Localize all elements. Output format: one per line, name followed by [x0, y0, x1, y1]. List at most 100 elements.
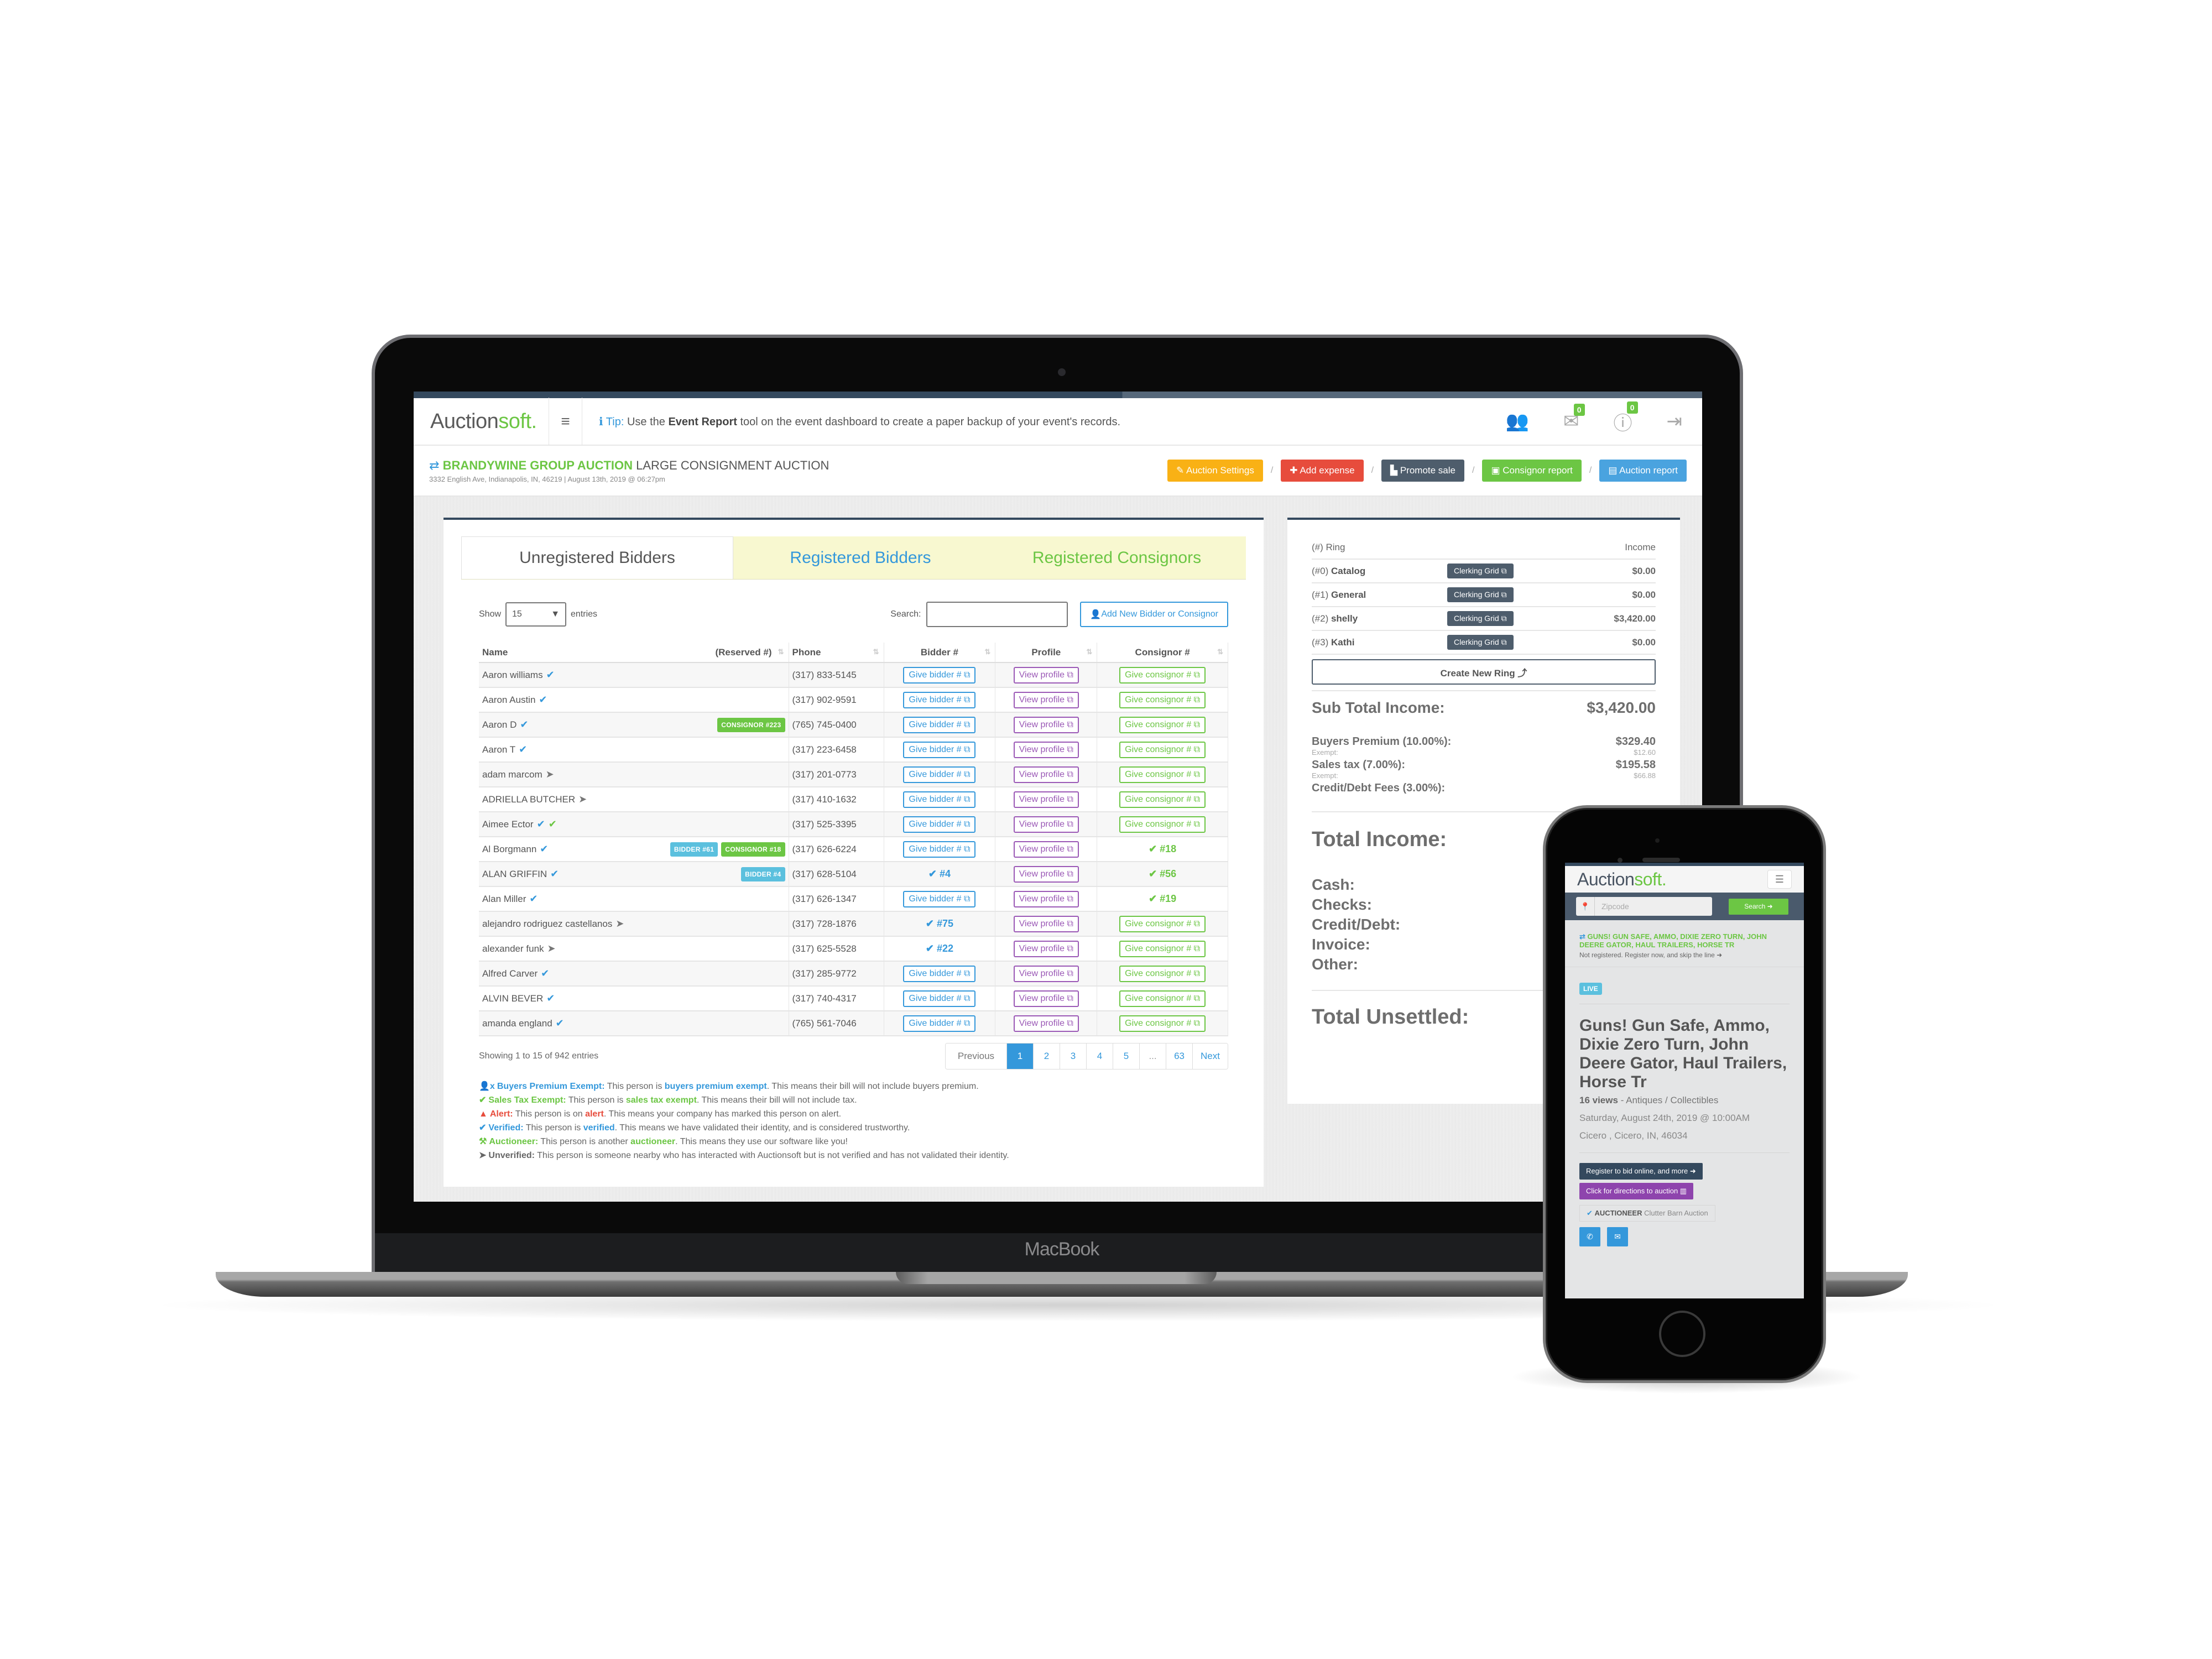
give-bidder-button[interactable]: Give bidder # ⧉ [903, 890, 976, 907]
view-profile-button[interactable]: View profile ⧉ [1013, 691, 1079, 708]
give-consignor-button[interactable]: Give consignor # ⧉ [1119, 915, 1206, 932]
give-bidder-button[interactable]: Give bidder # ⧉ [903, 965, 976, 982]
give-consignor-button[interactable]: Give consignor # ⧉ [1119, 940, 1206, 957]
pagination-page[interactable]: 3 [1060, 1044, 1087, 1069]
give-bidder-button[interactable]: Give bidder # ⧉ [903, 716, 976, 733]
mail-button[interactable]: ✉ 0 [1563, 404, 1585, 432]
view-profile-button[interactable]: View profile ⧉ [1013, 965, 1079, 982]
give-bidder-button[interactable]: Give bidder # ⧉ [903, 741, 976, 758]
column-phone[interactable]: Phone ⇅ [789, 643, 884, 663]
bidder-name[interactable]: ALAN GRIFFIN [482, 869, 547, 880]
menu-toggle-button[interactable]: ≡ [549, 398, 582, 445]
view-profile-button[interactable]: View profile ⧉ [1013, 865, 1079, 883]
bidder-name[interactable]: ALVIN BEVER [482, 993, 543, 1004]
view-profile-button[interactable]: View profile ⧉ [1013, 816, 1079, 833]
mobile-logo[interactable]: Auctionsoft. [1577, 869, 1667, 890]
bidder-name[interactable]: ADRIELLA BUTCHER [482, 794, 575, 805]
auction-settings-button[interactable]: ✎ Auction Settings [1167, 460, 1263, 482]
give-bidder-button[interactable]: Give bidder # ⧉ [903, 816, 976, 833]
view-profile-button[interactable]: View profile ⧉ [1013, 666, 1079, 684]
view-profile-button[interactable]: View profile ⧉ [1013, 766, 1079, 783]
pagination-page[interactable]: 4 [1087, 1044, 1114, 1069]
view-profile-button[interactable]: View profile ⧉ [1013, 940, 1079, 957]
create-ring-button[interactable]: Create New Ring ⤴ [1312, 659, 1656, 685]
event-org[interactable]: BRANDYWINE GROUP AUCTION [443, 458, 633, 472]
page-size-select[interactable]: 15 ▼ [505, 602, 567, 627]
promote-sale-button[interactable]: ▙ Promote sale [1381, 460, 1464, 482]
email-button[interactable]: ✉ [1607, 1227, 1628, 1246]
mobile-register-link[interactable]: Not registered. Register now, and skip t… [1579, 951, 1790, 959]
alert-button[interactable]: ⓘ 0 [1614, 401, 1638, 435]
bidder-name[interactable]: alejandro rodriguez castellanos [482, 919, 612, 930]
pagination-page[interactable]: 63 [1166, 1044, 1193, 1069]
phone-call-button[interactable]: ✆ [1579, 1227, 1600, 1246]
auctioneer-badge[interactable]: ✔ AUCTIONEER Clutter Barn Auction [1579, 1205, 1715, 1222]
view-profile-button[interactable]: View profile ⧉ [1013, 1015, 1079, 1032]
add-bidder-button[interactable]: 👤 Add New Bidder or Consignor [1080, 602, 1228, 627]
view-profile-button[interactable]: View profile ⧉ [1013, 716, 1079, 733]
give-consignor-button[interactable]: Give consignor # ⧉ [1119, 791, 1206, 808]
view-profile-button[interactable]: View profile ⧉ [1013, 791, 1079, 808]
bidder-name[interactable]: amanda england [482, 1018, 552, 1029]
clerking-grid-button[interactable]: Clerking Grid ⧉ [1447, 587, 1514, 602]
view-profile-button[interactable]: View profile ⧉ [1013, 915, 1079, 932]
view-profile-button[interactable]: View profile ⧉ [1013, 841, 1079, 858]
column-name[interactable]: Name (Reserved #) ⇅ [479, 643, 789, 663]
bidder-name[interactable]: Alan Miller [482, 894, 526, 905]
give-bidder-button[interactable]: Give bidder # ⧉ [903, 791, 976, 808]
bidder-name[interactable]: alexander funk [482, 943, 544, 954]
bidder-name[interactable]: Aimee Ector [482, 819, 534, 830]
give-consignor-button[interactable]: Give consignor # ⧉ [1119, 816, 1206, 833]
give-bidder-button[interactable]: Give bidder # ⧉ [903, 1015, 976, 1032]
clerking-grid-button[interactable]: Clerking Grid ⧉ [1447, 564, 1514, 578]
auction-report-button[interactable]: ▤ Auction report [1599, 460, 1687, 482]
zipcode-input[interactable]: Zipcode [1595, 897, 1712, 916]
clerking-grid-button[interactable]: Clerking Grid ⧉ [1447, 635, 1514, 650]
bidder-name[interactable]: Al Borgmann [482, 844, 536, 855]
bidder-name[interactable]: Aaron Austin [482, 695, 535, 706]
search-input[interactable] [926, 602, 1068, 627]
users-icon[interactable]: 👥 [1506, 410, 1529, 432]
column-bidder[interactable]: Bidder # ⇅ [884, 643, 996, 663]
view-profile-button[interactable]: View profile ⧉ [1013, 741, 1079, 758]
give-consignor-button[interactable]: Give consignor # ⧉ [1119, 741, 1206, 758]
pagination-page[interactable]: 2 [1034, 1044, 1061, 1069]
column-profile[interactable]: Profile ⇅ [995, 643, 1098, 663]
tab-registered-bidders[interactable]: Registered Bidders [733, 536, 988, 579]
give-consignor-button[interactable]: Give consignor # ⧉ [1119, 716, 1206, 733]
phone-home-button[interactable] [1659, 1311, 1705, 1357]
give-consignor-button[interactable]: Give consignor # ⧉ [1119, 666, 1206, 684]
bidder-name[interactable]: Aaron T [482, 744, 515, 755]
give-consignor-button[interactable]: Give consignor # ⧉ [1119, 691, 1206, 708]
pagination-previous[interactable]: Previous [945, 1044, 1008, 1069]
bidder-name[interactable]: Aaron williams [482, 670, 543, 681]
give-bidder-button[interactable]: Give bidder # ⧉ [903, 666, 976, 684]
pagination-page[interactable]: 5 [1113, 1044, 1140, 1069]
mobile-notice-title[interactable]: ⇄ GUNS! GUN SAFE, AMMO, DIXIE ZERO TURN,… [1579, 932, 1790, 949]
column-consignor[interactable]: Consignor # ⇅ [1097, 643, 1228, 663]
give-bidder-button[interactable]: Give bidder # ⧉ [903, 841, 976, 858]
logout-icon[interactable]: ⇥ [1667, 410, 1683, 432]
pagination-next[interactable]: Next [1193, 1044, 1228, 1069]
tab-unregistered-bidders[interactable]: Unregistered Bidders [461, 536, 733, 579]
view-profile-button[interactable]: View profile ⧉ [1013, 890, 1079, 907]
mobile-menu-button[interactable]: ☰ [1767, 870, 1792, 889]
clerking-grid-button[interactable]: Clerking Grid ⧉ [1447, 611, 1514, 626]
bidder-name[interactable]: adam marcom [482, 769, 542, 780]
view-profile-button[interactable]: View profile ⧉ [1013, 990, 1079, 1007]
tab-registered-consignors[interactable]: Registered Consignors [988, 536, 1246, 579]
mobile-search-button[interactable]: Search ➜ [1729, 898, 1788, 915]
give-consignor-button[interactable]: Give consignor # ⧉ [1119, 965, 1206, 982]
register-bid-button[interactable]: Register to bid online, and more ➜ [1579, 1163, 1703, 1180]
give-bidder-button[interactable]: Give bidder # ⧉ [903, 990, 976, 1007]
zipcode-field[interactable]: 📍 Zipcode [1576, 897, 1712, 916]
add-expense-button[interactable]: ✚ Add expense [1281, 460, 1364, 482]
give-bidder-button[interactable]: Give bidder # ⧉ [903, 766, 976, 783]
give-consignor-button[interactable]: Give consignor # ⧉ [1119, 1015, 1206, 1032]
give-bidder-button[interactable]: Give bidder # ⧉ [903, 691, 976, 708]
bidder-name[interactable]: Aaron D [482, 719, 517, 731]
directions-button[interactable]: Click for directions to auction ▥ [1579, 1183, 1694, 1199]
app-logo[interactable]: Auction soft. [414, 398, 549, 445]
consignor-report-button[interactable]: ▣ Consignor report [1482, 460, 1582, 482]
bidder-name[interactable]: Alfred Carver [482, 968, 538, 979]
